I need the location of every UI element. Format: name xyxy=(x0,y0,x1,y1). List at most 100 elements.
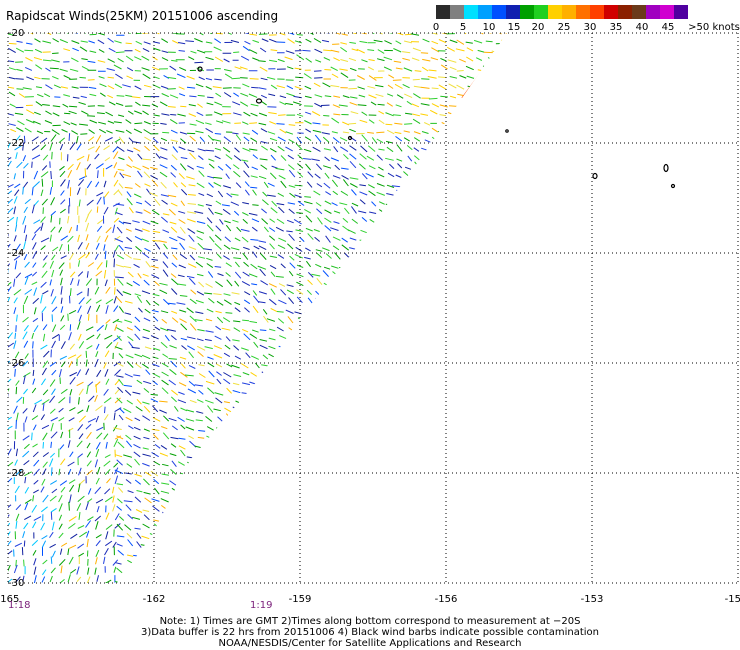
wind-barb xyxy=(0,104,5,106)
wind-barb xyxy=(430,428,438,432)
wind-barb xyxy=(422,465,430,468)
wind-barb xyxy=(431,127,439,133)
wind-barb xyxy=(367,482,376,486)
wind-barb xyxy=(232,431,239,439)
wind-barb xyxy=(67,235,74,243)
wind-barb xyxy=(458,481,466,485)
wind-barb xyxy=(275,275,284,278)
wind-barb xyxy=(468,200,475,206)
wind-barb xyxy=(178,264,186,269)
wind-barb xyxy=(162,511,168,519)
wind-barb xyxy=(262,354,269,360)
wind-barb xyxy=(15,448,18,457)
wind-barb xyxy=(369,218,377,224)
wind-barb xyxy=(440,350,447,358)
wind-barb xyxy=(294,542,304,547)
wind-barb xyxy=(467,507,476,511)
wind-barb xyxy=(407,560,413,567)
wind-barb xyxy=(52,52,59,54)
wind-barb xyxy=(339,570,348,576)
wind-barb xyxy=(8,190,13,196)
wind-barb xyxy=(448,380,458,385)
wind-barb xyxy=(240,228,250,232)
wind-barb xyxy=(96,196,102,205)
wind-barb xyxy=(6,222,7,231)
wind-barb xyxy=(331,436,339,439)
wind-barb xyxy=(333,344,341,349)
wind-barb xyxy=(225,173,230,179)
wind-barb xyxy=(87,209,93,216)
wind-barb xyxy=(230,427,239,432)
wind-barb xyxy=(294,354,303,358)
wind-barb xyxy=(143,41,151,45)
wind-barb xyxy=(58,137,66,144)
wind-barb xyxy=(103,145,110,151)
wind-barb xyxy=(113,64,122,70)
wind-barb xyxy=(60,199,66,205)
wind-barb xyxy=(269,328,276,332)
wind-barb xyxy=(214,266,222,268)
wind-barb xyxy=(305,247,311,252)
wind-barb xyxy=(60,361,66,368)
wind-barb xyxy=(375,265,384,270)
wind-barb xyxy=(161,199,168,205)
wind-barb xyxy=(477,207,482,214)
wind-barb xyxy=(252,489,260,493)
wind-barb xyxy=(213,176,223,179)
wind-barb xyxy=(378,119,385,125)
wind-barb xyxy=(467,553,475,557)
wind-barb xyxy=(396,189,403,197)
wind-barb xyxy=(431,40,439,45)
wind-barb xyxy=(60,297,63,304)
wind-barb xyxy=(475,156,483,161)
wind-barb xyxy=(33,307,37,315)
wind-barb xyxy=(384,411,393,414)
wind-barb xyxy=(104,406,106,414)
wind-barb xyxy=(413,263,421,269)
wind-barb xyxy=(428,97,438,100)
wind-barb xyxy=(348,264,357,268)
wind-barb xyxy=(414,379,422,386)
wind-barb xyxy=(195,568,203,575)
wind-barb xyxy=(449,39,458,44)
wind-barb xyxy=(41,178,44,187)
wind-barb xyxy=(42,402,45,411)
wind-barb xyxy=(468,92,476,96)
wind-barb xyxy=(419,524,429,528)
wind-barb xyxy=(114,346,123,350)
wind-barb xyxy=(190,289,197,295)
wind-barb xyxy=(503,273,507,279)
wind-barb xyxy=(486,417,494,422)
wind-barb xyxy=(451,227,458,233)
wind-barb xyxy=(234,271,242,279)
wind-barb xyxy=(134,479,142,485)
wind-barb xyxy=(334,399,341,405)
wind-barb xyxy=(339,320,348,324)
wind-barb xyxy=(357,104,367,106)
wind-barb xyxy=(70,57,79,63)
wind-barb xyxy=(280,362,287,367)
wind-barb xyxy=(258,487,266,492)
wind-barb xyxy=(403,325,411,331)
wind-barb xyxy=(411,57,420,61)
wind-barb xyxy=(69,343,75,350)
wind-barb xyxy=(134,293,142,297)
wind-barb xyxy=(261,534,269,539)
wind-barb xyxy=(360,145,368,153)
wind-barb xyxy=(223,69,232,72)
wind-barb xyxy=(226,425,233,430)
wind-barb xyxy=(467,577,475,583)
wind-barb xyxy=(188,491,196,495)
wind-barb xyxy=(262,558,268,565)
wind-barb xyxy=(402,220,410,223)
wind-barb xyxy=(186,336,196,340)
wind-barb xyxy=(161,362,169,368)
wind-barb xyxy=(205,56,214,61)
wind-barb xyxy=(171,568,177,575)
wind-barb xyxy=(386,146,394,153)
wind-barb xyxy=(297,459,304,466)
wind-barb xyxy=(115,212,123,216)
wind-barb xyxy=(58,226,63,233)
wind-barb xyxy=(133,426,141,431)
credit-line: NOAA/NESDIS/Center for Satellite Applica… xyxy=(218,638,522,649)
